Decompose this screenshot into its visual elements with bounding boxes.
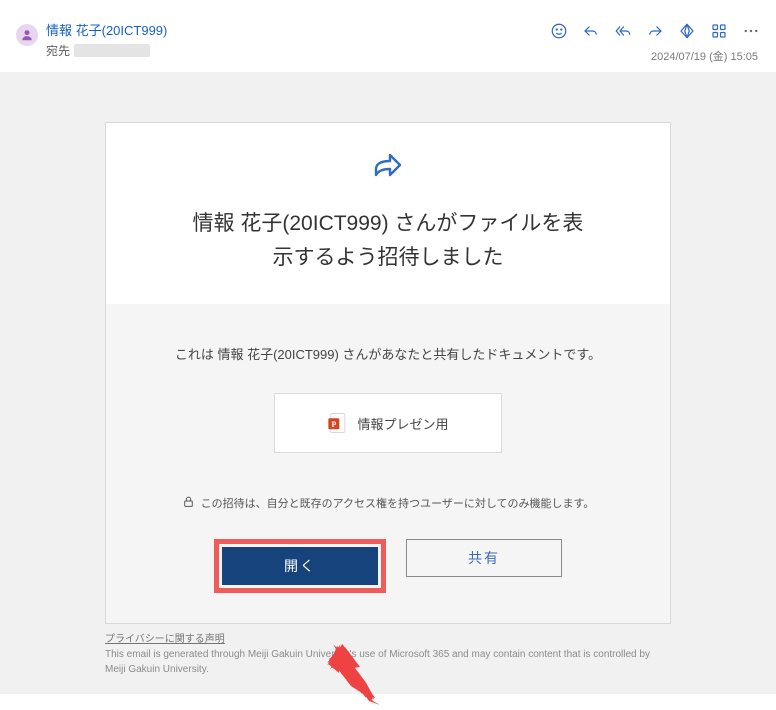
share-description: これは 情報 花子(20ICT999) さんがあなたと共有したドキュメントです。 bbox=[140, 344, 636, 363]
timestamp: 2024/07/19 (金) 15:05 bbox=[651, 48, 758, 64]
share-card-top: 情報 花子(20ICT999) さんがファイルを表 示するよう招待しました bbox=[106, 123, 670, 304]
invite-title-line-1: 情報 花子(20ICT999) さんがファイルを表 bbox=[193, 212, 584, 235]
lock-icon bbox=[182, 495, 195, 511]
reply-all-icon[interactable] bbox=[614, 22, 632, 40]
powerpoint-icon: P bbox=[327, 412, 347, 434]
recipient-redacted bbox=[74, 44, 150, 57]
button-row: 開く 共有 bbox=[140, 539, 636, 593]
avatar bbox=[16, 24, 38, 46]
more-icon[interactable] bbox=[742, 22, 760, 40]
lock-note-text: この招待は、自分と既存のアクセス権を持つユーザーに対してのみ機能します。 bbox=[201, 495, 595, 511]
apps-icon[interactable] bbox=[710, 22, 728, 40]
footer: プライバシーに関する声明 This email is generated thr… bbox=[105, 632, 671, 677]
reply-icon[interactable] bbox=[582, 22, 600, 40]
share-button[interactable]: 共有 bbox=[406, 539, 562, 577]
open-button[interactable]: 開く bbox=[222, 547, 378, 585]
footer-text: This email is generated through Meiji Ga… bbox=[105, 649, 650, 675]
invite-title: 情報 花子(20ICT999) さんがファイルを表 示するよう招待しました bbox=[146, 207, 630, 274]
sender-block: 情報 花子(20ICT999) 宛先 bbox=[46, 22, 550, 59]
svg-text:P: P bbox=[332, 420, 337, 429]
invite-title-line-2: 示するよう招待しました bbox=[273, 246, 504, 269]
forward-icon[interactable] bbox=[646, 22, 664, 40]
email-body: 情報 花子(20ICT999) さんがファイルを表 示するよう招待しました これ… bbox=[0, 72, 776, 694]
share-arrow-icon bbox=[370, 151, 406, 187]
lock-note: この招待は、自分と既存のアクセス権を持つユーザーに対してのみ機能します。 bbox=[140, 495, 636, 511]
file-card[interactable]: P 情報プレゼン用 bbox=[274, 393, 502, 453]
recipient-line: 宛先 bbox=[46, 42, 550, 59]
emoji-icon[interactable] bbox=[550, 22, 568, 40]
header-toolbar bbox=[550, 22, 760, 40]
file-name: 情報プレゼン用 bbox=[357, 414, 448, 433]
recipient-label: 宛先 bbox=[46, 42, 70, 59]
diamond-icon[interactable] bbox=[678, 22, 696, 40]
privacy-link[interactable]: プライバシーに関する声明 bbox=[105, 634, 225, 645]
sender-name[interactable]: 情報 花子(20ICT999) bbox=[46, 22, 550, 40]
share-card-body: これは 情報 花子(20ICT999) さんがあなたと共有したドキュメントです。… bbox=[106, 304, 670, 623]
open-button-highlight: 開く bbox=[214, 539, 386, 593]
share-card: 情報 花子(20ICT999) さんがファイルを表 示するよう招待しました これ… bbox=[105, 122, 671, 624]
